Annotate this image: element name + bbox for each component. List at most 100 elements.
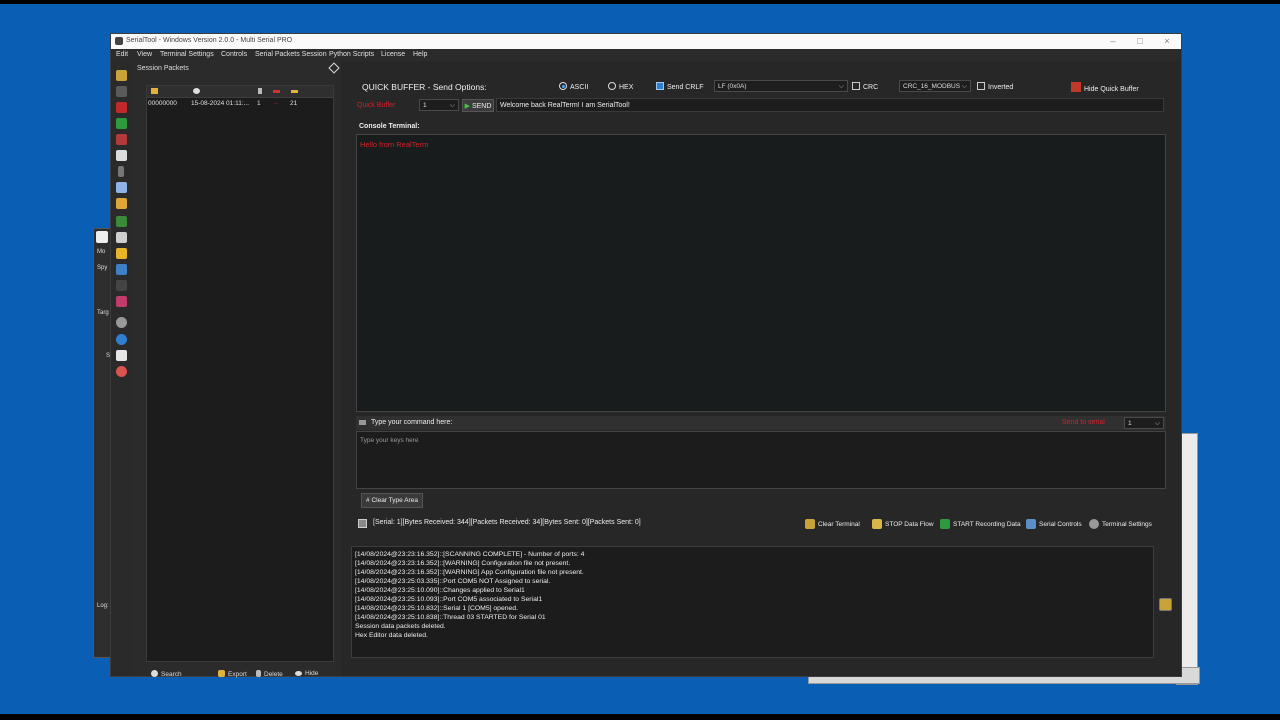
menu-license[interactable]: License: [381, 51, 405, 58]
record-icon: [940, 519, 950, 529]
log-line: [14/08/2024@23:25:03.335]::Port COM5 NOT…: [355, 578, 551, 585]
title-bar: SerialTool - Windows Version 2.0.0 - Mul…: [111, 34, 1181, 49]
wrench-icon[interactable]: [118, 166, 124, 177]
serial-controls-button[interactable]: Serial Controls: [1026, 519, 1082, 529]
start-recording-button[interactable]: START Recording Data: [940, 519, 1021, 529]
packet-length: 21: [290, 100, 298, 107]
status-text: [Serial: 1][Bytes Received: 344][Packets…: [373, 519, 641, 526]
play-icon[interactable]: [116, 118, 127, 129]
gear-icon[interactable]: [116, 248, 127, 259]
record-icon[interactable]: [116, 102, 127, 113]
close-button[interactable]: ×: [1154, 35, 1180, 48]
log-line: [14/08/2024@23:25:10.093]::Port COM5 ass…: [355, 596, 543, 603]
gear-icon: [1089, 519, 1099, 529]
log-settings-icon[interactable]: [1159, 598, 1172, 611]
type-area-placeholder: Type your keys here: [360, 437, 419, 444]
log-line: [14/08/2024@23:23:16.352]::[WARNING] Con…: [355, 560, 571, 567]
checkbox-checked-icon: [656, 82, 664, 90]
send-button[interactable]: ▶ SEND: [462, 99, 494, 112]
serialtool-window: SerialTool - Windows Version 2.0.0 - Mul…: [110, 33, 1182, 678]
clock-column-icon[interactable]: [193, 88, 200, 94]
bg-label: Mo: [97, 249, 106, 255]
radio-empty-icon: [608, 82, 616, 90]
console-terminal[interactable]: Hello from RealTerm: [356, 134, 1166, 412]
bg-label: Log:: [97, 603, 109, 609]
delete-button[interactable]: Delete: [256, 670, 283, 678]
bug-icon[interactable]: [116, 134, 127, 145]
export-button[interactable]: Export: [218, 670, 247, 678]
command-bar: Type your command here: Send to serial 1…: [356, 416, 1166, 430]
top-black-bar: [0, 0, 1280, 4]
menu-help[interactable]: Help: [413, 51, 427, 58]
search-icon: [151, 670, 158, 677]
chevron-down-icon: ⌵: [449, 102, 455, 109]
send-crlf-checkbox[interactable]: Send CRLF: [656, 82, 704, 91]
keyboard-icon: [359, 420, 366, 425]
broom-icon: [805, 519, 815, 529]
monitor-icon[interactable]: [116, 232, 127, 243]
menu-controls[interactable]: Controls: [221, 51, 247, 58]
serial-icon: [1026, 519, 1036, 529]
chart-icon[interactable]: [116, 216, 127, 227]
lightning-icon: [1071, 82, 1081, 92]
cable-icon[interactable]: [116, 296, 127, 307]
menu-bar: Edit View Terminal Settings Controls Ser…: [111, 49, 1181, 61]
search-button[interactable]: Search: [151, 670, 182, 678]
table-header: [147, 86, 333, 98]
eye-icon: [295, 671, 302, 676]
command-serial-select[interactable]: 1 ⌵: [1124, 417, 1164, 429]
hide-button[interactable]: Hide: [295, 670, 318, 677]
log-line: [14/08/2024@23:23:16.352]::[SCANNING COM…: [355, 551, 585, 558]
minimize-button[interactable]: –: [1100, 35, 1126, 48]
quick-buffer-input[interactable]: Welcome back RealTerm! I am SerialTool!: [496, 98, 1164, 112]
length-column-icon[interactable]: [291, 90, 298, 93]
help-icon[interactable]: [116, 366, 127, 377]
pin-icon[interactable]: [328, 62, 340, 74]
menu-python-scripts[interactable]: Python Scripts: [329, 51, 374, 58]
crc-type-select[interactable]: CRC_16_MODBUS ⌵: [899, 80, 971, 92]
terminal-icon[interactable]: [116, 86, 127, 97]
type-area[interactable]: Type your keys here: [356, 431, 1166, 489]
session-packets-table: 00000000 15-08-2024 01:11:... 1 ← 21: [146, 85, 334, 662]
folder-icon[interactable]: [116, 198, 127, 209]
crc-checkbox[interactable]: CRC: [852, 82, 878, 91]
status-indicator: [358, 519, 367, 528]
direction-column-icon[interactable]: [258, 88, 262, 94]
chat-icon[interactable]: [116, 182, 127, 193]
checkbox-empty-icon: [977, 82, 985, 90]
console-terminal-label: Console Terminal:: [359, 123, 420, 130]
hash-icon: #: [366, 497, 370, 504]
stop-data-flow-button[interactable]: STOP Data Flow: [872, 519, 934, 529]
tool-sidebar: [111, 61, 134, 676]
menu-terminal-settings[interactable]: Terminal Settings: [160, 51, 214, 58]
play-icon: ▶: [464, 103, 470, 110]
hide-quick-buffer-button[interactable]: Hide Quick Buffer: [1071, 82, 1139, 93]
menu-view[interactable]: View: [137, 51, 152, 58]
document-icon[interactable]: [116, 350, 127, 361]
quick-buffer-serial-select[interactable]: 1 ⌵: [419, 99, 459, 111]
maximize-button[interactable]: □: [1127, 35, 1153, 48]
radio-selected-icon: [559, 82, 567, 90]
layers-icon[interactable]: [116, 150, 127, 161]
ascii-radio[interactable]: ASCII: [559, 82, 588, 91]
bg-label: Spy: [97, 265, 108, 271]
checkbox-empty-icon: [852, 82, 860, 90]
console-output: Hello from RealTerm: [360, 140, 429, 149]
inverted-checkbox[interactable]: Inverted: [977, 82, 1013, 91]
folder-column-icon[interactable]: [151, 88, 158, 94]
info-icon[interactable]: [116, 334, 127, 345]
plug-icon[interactable]: [116, 280, 127, 291]
clear-terminal-button[interactable]: Clear Terminal: [805, 519, 860, 529]
terminal-settings-button[interactable]: Terminal Settings: [1089, 519, 1152, 529]
python-icon[interactable]: [116, 264, 127, 275]
settings-icon[interactable]: [116, 70, 127, 81]
log-panel[interactable]: [14/08/2024@23:23:16.352]::[SCANNING COM…: [351, 546, 1154, 658]
arrow-column-icon[interactable]: [273, 90, 280, 93]
export-icon: [218, 670, 225, 677]
menu-edit[interactable]: Edit: [116, 51, 128, 58]
line-ending-select[interactable]: LF (0x0A) ⌵: [714, 80, 848, 92]
clock-icon[interactable]: [116, 317, 127, 328]
menu-serial-packets-session[interactable]: Serial Packets Session: [255, 51, 327, 58]
hex-radio[interactable]: HEX: [608, 82, 633, 91]
clear-type-area-button[interactable]: # Clear Type Area: [361, 493, 423, 508]
